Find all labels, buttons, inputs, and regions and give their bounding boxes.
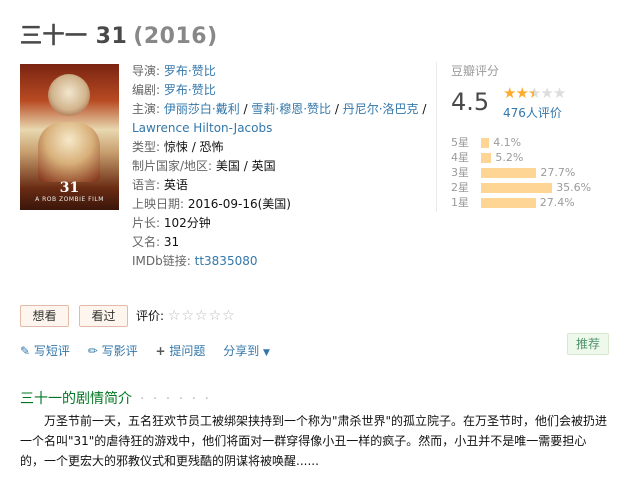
synopsis-heading: 三十一的剧情简介 · · · · · ·: [20, 388, 211, 408]
write-short-review-link[interactable]: 写短评: [34, 344, 70, 358]
cast-link[interactable]: 丹尼尔·洛巴克: [343, 102, 419, 116]
rating-bar-percent: 5.2%: [495, 151, 524, 164]
genre-label: 类型:: [132, 140, 161, 154]
rating-bar-label: 1星: [451, 196, 469, 209]
share-link[interactable]: 分享到: [223, 344, 259, 358]
rating-score: 4.5: [451, 88, 490, 116]
rating-bar-percent: 27.7%: [540, 166, 576, 179]
cast-label: 主演:: [132, 102, 161, 116]
rating-bar-row: 2星 35.6%: [451, 180, 601, 195]
rate-star-icon[interactable]: ☆: [209, 308, 223, 324]
rate-star-icon[interactable]: ☆: [181, 308, 195, 324]
comment-icon: ✎: [20, 344, 31, 358]
language-value: 英语: [163, 178, 188, 192]
user-rating: 评价: ☆☆☆☆☆: [136, 307, 236, 324]
poster-subtitle: A ROB ZOMBIE FILM: [35, 196, 104, 203]
language-row: 语言: 英语: [132, 176, 432, 195]
rate-star-icon[interactable]: ☆: [222, 308, 236, 324]
country-value: 美国 / 英国: [215, 159, 276, 173]
runtime-row: 片长: 102分钟: [132, 214, 432, 233]
pencil-icon: ✏: [87, 344, 98, 358]
cast-row: 主演: 伊丽莎白·戴利 / 雪莉·穆恩·赞比 / 丹尼尔·洛巴克 / Lawre…: [132, 102, 427, 135]
rating-bar-label: 2星: [451, 181, 469, 194]
rating-title: 豆瓣评分: [451, 64, 500, 78]
recommend-button[interactable]: 推荐: [567, 333, 609, 355]
aka-value: 31: [163, 235, 180, 249]
rate-star-icon[interactable]: ☆: [168, 308, 182, 324]
poster-figure-head: [48, 74, 90, 116]
imdb-label: IMDb链接:: [132, 254, 191, 268]
director-label: 导演:: [132, 64, 161, 78]
rating-bar-row: 5星 4.1%: [451, 135, 601, 150]
rating-bar-row: 3星 27.7%: [451, 165, 601, 180]
genre-value: 惊悚 / 恐怖: [163, 140, 224, 154]
release-row: 上映日期: 2016-09-16(美国): [132, 195, 432, 214]
genre-row: 类型: 惊悚 / 恐怖: [132, 138, 432, 157]
imdb-row: IMDb链接: tt3835080: [132, 252, 432, 271]
aka-row: 又名: 31: [132, 233, 432, 252]
star-icon: ★: [552, 84, 566, 102]
rating-count-link[interactable]: 476人评价: [503, 104, 562, 121]
poster-title: 31: [59, 180, 80, 196]
star-icon: ★: [503, 84, 516, 102]
rating-bar: [481, 138, 490, 148]
rating-stars: ★★★★★: [503, 84, 566, 102]
ask-question-link[interactable]: 提问题: [169, 344, 205, 358]
rate-label: 评价:: [136, 309, 165, 323]
runtime-value: 102分钟: [163, 216, 211, 230]
watched-button[interactable]: 看过: [79, 305, 128, 327]
rating-panel: 豆瓣评分 4.5 ★★★★★ 476人评价 5星 4.1% 4星 5.2% 3星 27.7…: [436, 62, 596, 212]
rating-bar: [481, 183, 553, 193]
star-icon: ★: [540, 84, 553, 102]
synopsis-text-content: 万圣节前一天，五名狂欢节员工被绑架挟持到一个称为"肃杀世界"的孤立院子。在万圣节…: [20, 414, 608, 468]
rating-bar-label: 3星: [451, 166, 469, 179]
rating-bar: [481, 168, 537, 178]
rate-star-icon[interactable]: ☆: [195, 308, 209, 324]
release-value: 2016-09-16(美国): [187, 197, 291, 211]
imdb-link[interactable]: tt3835080: [195, 254, 258, 268]
writer-row: 编剧: 罗布·赞比: [132, 81, 432, 100]
aka-label: 又名:: [132, 235, 161, 249]
cast-link[interactable]: 雪莉·穆恩·赞比: [251, 102, 331, 116]
rating-bar-row: 1星 27.4%: [451, 195, 601, 210]
director-row: 导演: 罗布·赞比: [132, 62, 432, 81]
cast-link[interactable]: Lawrence Hilton-Jacobs: [132, 121, 272, 135]
synopsis-text: 万圣节前一天，五名狂欢节员工被绑架挟持到一个称为"肃杀世界"的孤立院子。在万圣节…: [20, 411, 610, 471]
runtime-label: 片长:: [132, 216, 161, 230]
rating-bar-percent: 35.6%: [556, 181, 592, 194]
rating-bar-percent: 4.1%: [493, 136, 522, 149]
rating-bar-percent: 27.4%: [539, 196, 575, 209]
movie-poster[interactable]: 31 A ROB ZOMBIE FILM: [20, 64, 119, 210]
rating-bar-label: 5星: [451, 136, 469, 149]
release-label: 上映日期:: [132, 197, 185, 211]
plus-icon: +: [155, 344, 166, 358]
chevron-down-icon: ▼: [263, 348, 270, 358]
cast-link[interactable]: 伊丽莎白·戴利: [164, 102, 240, 116]
star-icon: ★: [515, 84, 528, 102]
language-label: 语言:: [132, 178, 161, 192]
writer-link[interactable]: 罗布·赞比: [164, 83, 216, 97]
writer-label: 编剧:: [132, 83, 161, 97]
movie-title: 三十一 31: [20, 24, 128, 49]
synopsis-title: 三十一的剧情简介: [20, 391, 132, 407]
want-to-watch-button[interactable]: 想看: [20, 305, 69, 327]
rating-bar: [481, 153, 492, 163]
synopsis-body: 万圣节前一天，五名狂欢节员工被绑架挟持到一个称为"肃杀世界"的孤立院子。在万圣节…: [20, 411, 610, 471]
rating-distribution: 5星 4.1% 4星 5.2% 3星 27.7% 2星 35.6% 1星 27.4%: [451, 135, 601, 210]
director-link[interactable]: 罗布·赞比: [164, 64, 216, 78]
synopsis-dots: · · · · · ·: [140, 391, 211, 407]
movie-info: 导演: 罗布·赞比 编剧: 罗布·赞比 主演: 伊丽莎白·戴利 / 雪莉·穆恩·…: [132, 62, 432, 271]
country-row: 制片国家/地区: 美国 / 英国: [132, 157, 432, 176]
movie-year: (2016): [133, 24, 218, 49]
half-star-icon: ★: [527, 84, 541, 102]
poster-figure-body: [38, 122, 100, 182]
action-bar: ✎ 写短评 ✏ 写影评 + 提问题 分享到 ▼: [20, 342, 284, 359]
country-label: 制片国家/地区:: [132, 159, 213, 173]
rating-bar-label: 4星: [451, 151, 469, 164]
rating-bar-row: 4星 5.2%: [451, 150, 601, 165]
write-review-link[interactable]: 写影评: [102, 344, 138, 358]
rating-bar: [481, 198, 536, 208]
page-title: 三十一 31 (2016): [20, 18, 218, 50]
